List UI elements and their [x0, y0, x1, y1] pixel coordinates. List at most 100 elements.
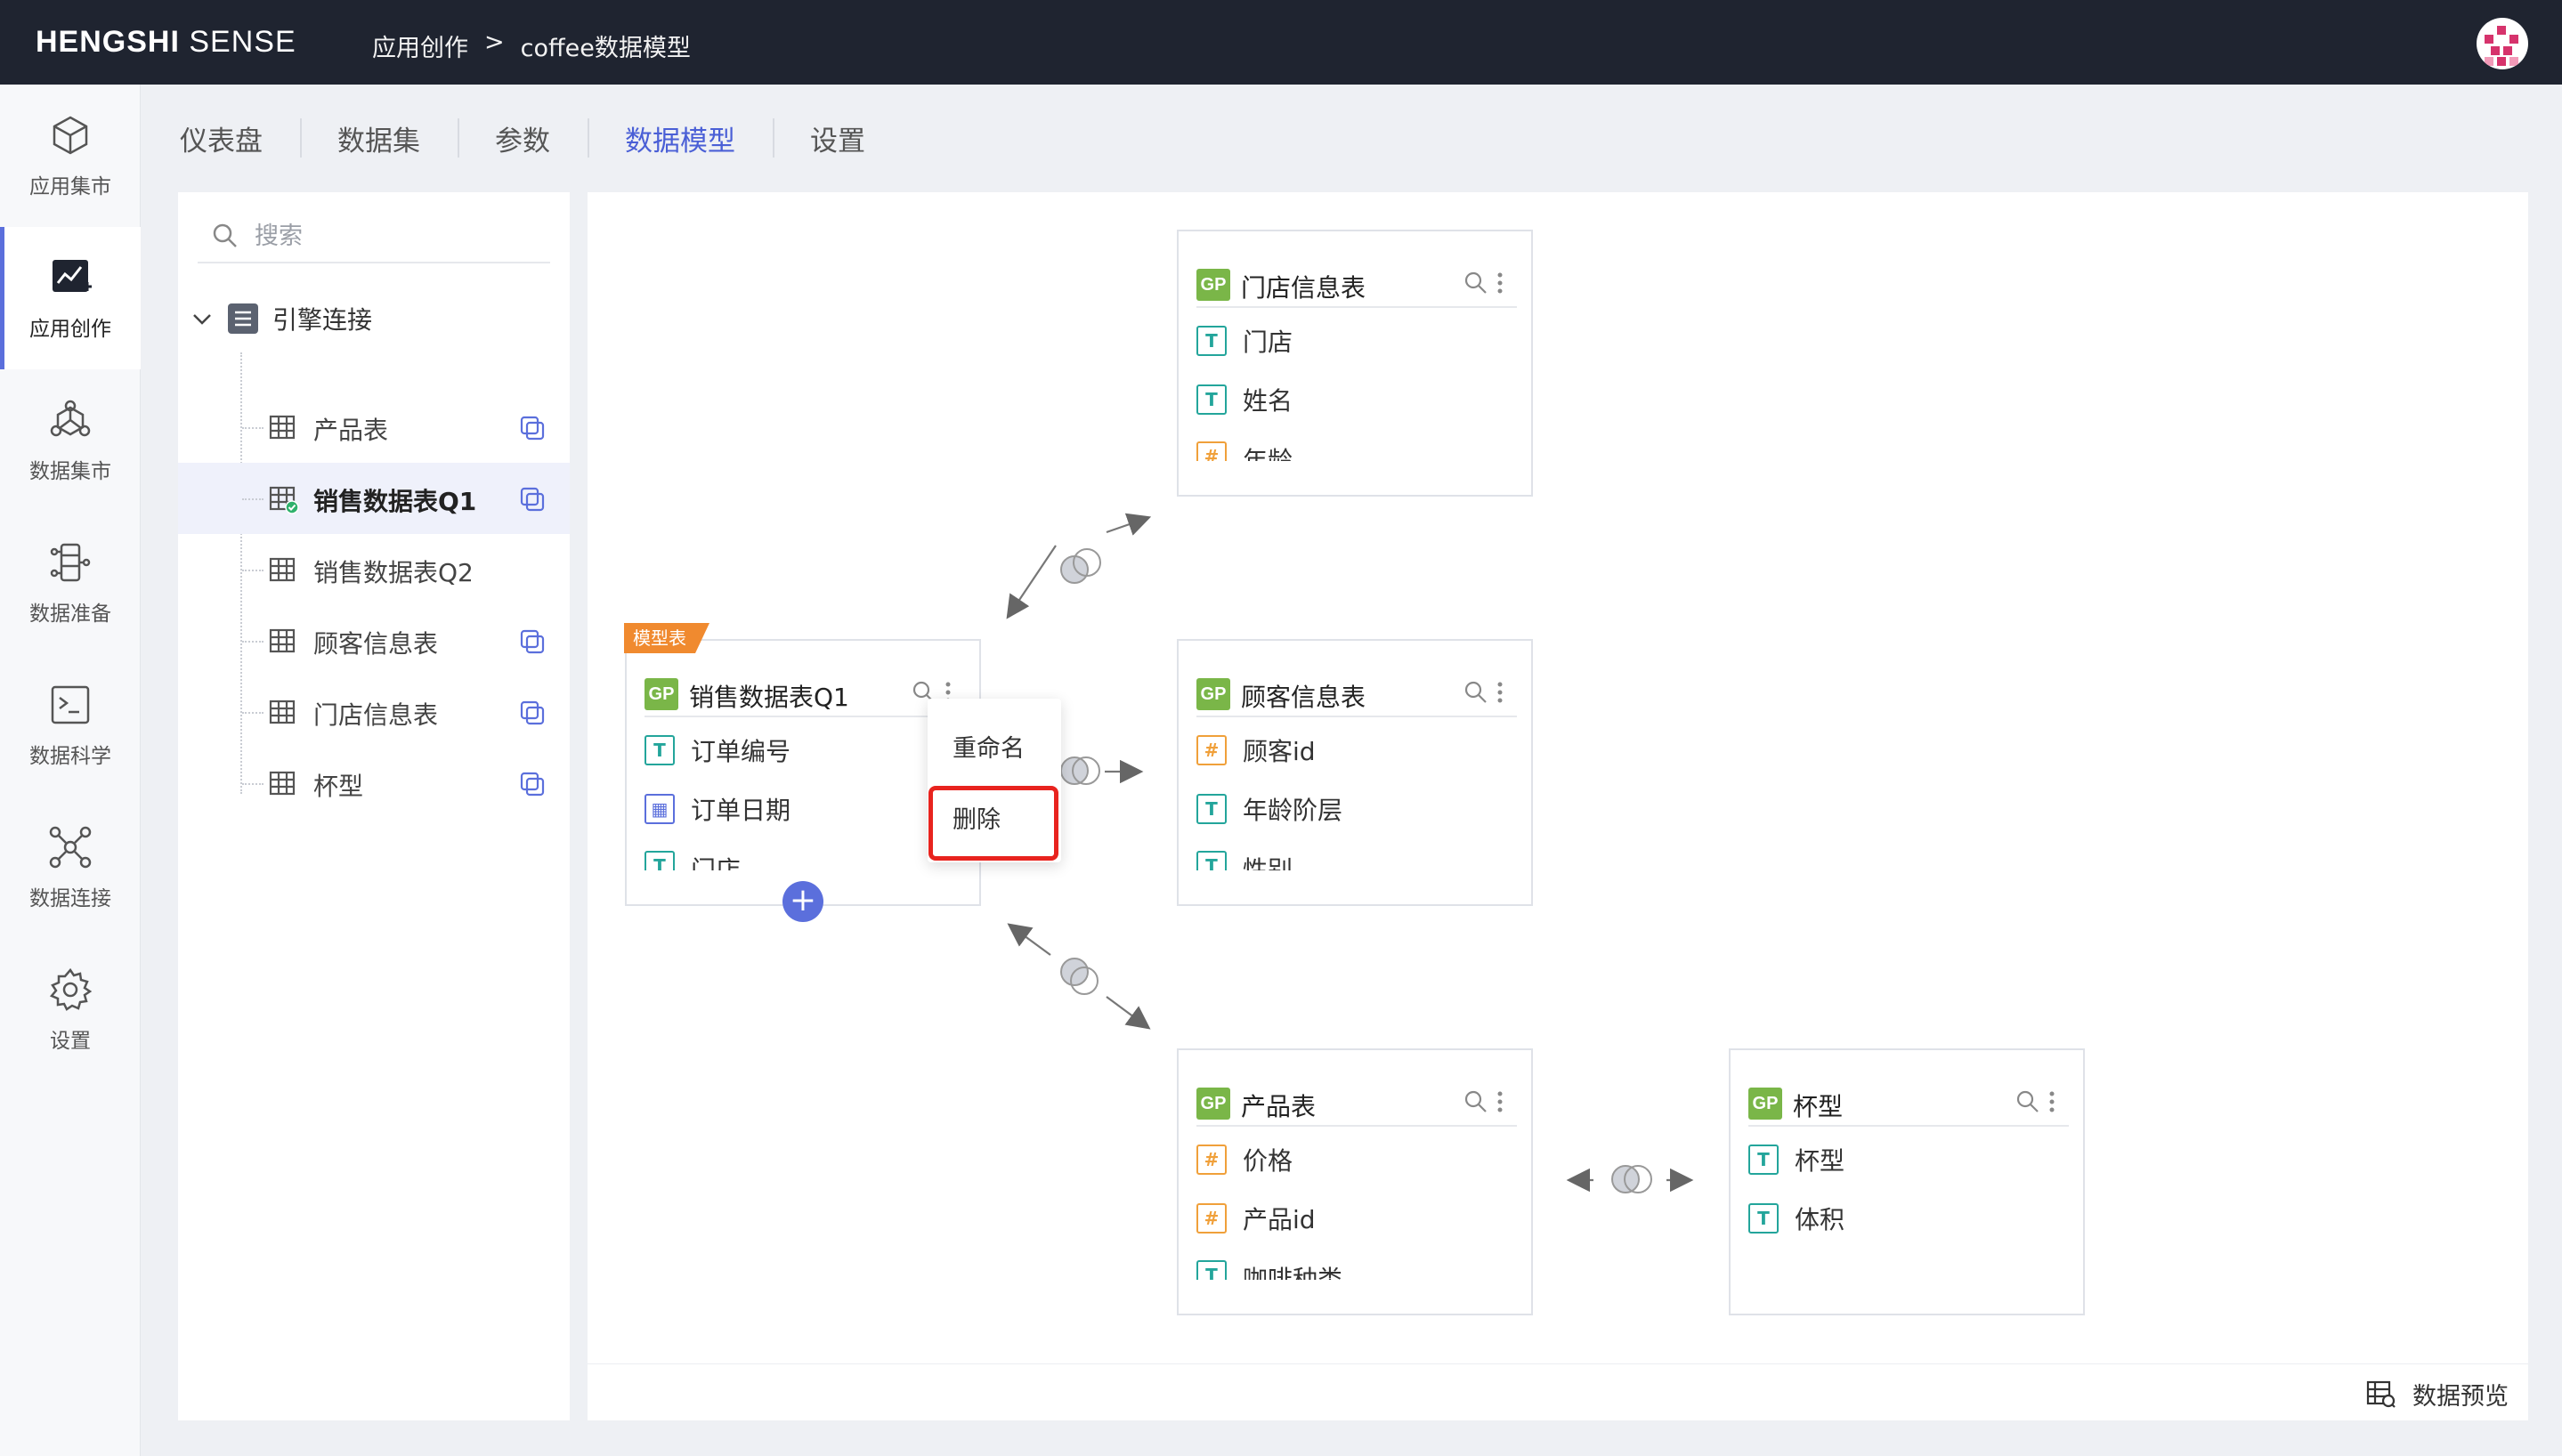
- card-header: GP 杯型: [1748, 1068, 2069, 1127]
- field-row[interactable]: T 门店: [645, 851, 741, 870]
- model-card-store[interactable]: GP 门店信息表 T 门店 T 姓名 # 年龄: [1177, 230, 1533, 497]
- field-name: 订单日期: [691, 796, 791, 825]
- tab-settings[interactable]: 设置: [773, 117, 903, 158]
- field-name: 性别: [1243, 855, 1293, 870]
- search-icon[interactable]: [2015, 1089, 2040, 1114]
- copy-icon[interactable]: [520, 629, 545, 654]
- search-input[interactable]: [255, 222, 539, 250]
- field-name: 产品id: [1243, 1205, 1316, 1234]
- tree-item-product[interactable]: 产品表: [178, 392, 570, 463]
- tree-item-customer[interactable]: 顾客信息表: [178, 605, 570, 676]
- field-row[interactable]: # 产品id: [1196, 1201, 1316, 1236]
- tree-item-label: 产品表: [313, 416, 389, 445]
- more-vertical-icon[interactable]: [1496, 1089, 1504, 1114]
- nav-item-data-science[interactable]: 数据科学: [0, 654, 141, 797]
- table-checked-icon: [269, 486, 299, 514]
- tree-item-store[interactable]: 门店信息表: [178, 676, 570, 748]
- search-icon[interactable]: [1463, 1089, 1488, 1114]
- gp-badge: GP: [645, 678, 678, 710]
- tree-item-label: 销售数据表Q2: [313, 558, 474, 587]
- tab-dashboard[interactable]: 仪表盘: [180, 118, 300, 158]
- nav-item-data-connect[interactable]: 数据连接: [0, 797, 141, 939]
- field-row[interactable]: ▦ 订单日期: [645, 791, 790, 827]
- card-title: 杯型: [1793, 1092, 1844, 1121]
- text-type-icon: T: [1196, 794, 1227, 824]
- top-bar: HENGSHI SENSE 应用创作 > coffee数据模型: [0, 0, 2562, 85]
- chart-create-icon: [53, 260, 92, 292]
- add-relation-button[interactable]: +: [782, 881, 823, 922]
- text-type-icon: T: [645, 735, 675, 765]
- gp-badge: GP: [1196, 1088, 1230, 1120]
- tree-root-engine[interactable]: 引擎连接: [191, 292, 372, 345]
- tree-item-sales-q1[interactable]: 销售数据表Q1: [178, 463, 570, 534]
- field-row[interactable]: # 顾客id: [1196, 732, 1316, 768]
- brand-logo[interactable]: HENGSHI SENSE: [36, 25, 296, 60]
- breadcrumb-app-create[interactable]: 应用创作: [372, 28, 468, 63]
- tab-dataset[interactable]: 数据集: [300, 117, 458, 158]
- nav-item-settings[interactable]: 设置: [0, 939, 141, 1081]
- more-vertical-icon[interactable]: [1496, 680, 1504, 705]
- more-vertical-icon[interactable]: [2047, 1089, 2056, 1114]
- tree-item-cup[interactable]: 杯型: [178, 748, 570, 819]
- chevron-down-icon[interactable]: [191, 307, 214, 330]
- field-row[interactable]: T 订单编号: [645, 732, 790, 768]
- nav-label: 设置: [50, 1030, 91, 1053]
- copy-icon[interactable]: [520, 416, 545, 441]
- field-row[interactable]: T 杯型: [1748, 1142, 1844, 1177]
- table-icon: [269, 771, 296, 796]
- field-row[interactable]: # 年龄: [1196, 441, 1293, 461]
- model-card-customer[interactable]: GP 顾客信息表 # 顾客id T 年龄阶层 T 性别: [1177, 639, 1533, 906]
- tree-guide-line: [242, 498, 263, 500]
- breadcrumb-current: coffee数据模型: [520, 35, 691, 62]
- number-type-icon: #: [1196, 735, 1227, 765]
- nav-item-data-mart[interactable]: 数据集市: [0, 369, 141, 512]
- menu-item-rename[interactable]: 重命名: [953, 729, 1025, 764]
- field-name: 杯型: [1795, 1146, 1845, 1176]
- field-row[interactable]: # 价格: [1196, 1142, 1293, 1177]
- gp-badge: GP: [1196, 678, 1230, 710]
- model-card-product[interactable]: GP 产品表 # 价格 # 产品id T 咖啡种类: [1177, 1048, 1533, 1315]
- search-icon[interactable]: [1463, 271, 1488, 295]
- copy-icon[interactable]: [520, 487, 545, 512]
- number-type-icon: #: [1196, 1203, 1227, 1234]
- text-type-icon: T: [1748, 1203, 1779, 1234]
- data-prep-icon: [50, 543, 91, 582]
- data-preview-label: 数据预览: [2412, 1383, 2509, 1411]
- more-vertical-icon[interactable]: [1496, 271, 1504, 295]
- copy-icon[interactable]: [520, 700, 545, 725]
- tree-item-sales-q2[interactable]: 销售数据表Q2: [178, 534, 570, 605]
- field-name: 咖啡种类: [1243, 1265, 1343, 1280]
- field-name: 门店: [691, 855, 742, 870]
- field-row[interactable]: T 咖啡种类: [1196, 1260, 1342, 1280]
- table-icon: [269, 628, 296, 653]
- copy-icon[interactable]: [520, 772, 545, 797]
- field-row[interactable]: T 性别: [1196, 851, 1293, 870]
- data-preview-button[interactable]: 数据预览: [2366, 1377, 2509, 1412]
- avatar[interactable]: [2477, 18, 2528, 69]
- text-type-icon: T: [1196, 384, 1227, 415]
- field-row[interactable]: T 门店: [1196, 323, 1293, 359]
- search-icon[interactable]: [1463, 680, 1488, 705]
- table-icon: [269, 700, 296, 724]
- tab-params[interactable]: 参数: [458, 117, 588, 158]
- text-type-icon: T: [1196, 326, 1227, 356]
- card-header: GP 销售数据表Q1: [645, 659, 965, 717]
- nav-label: 应用创作: [29, 318, 111, 341]
- nav-item-data-prep[interactable]: 数据准备: [0, 512, 141, 654]
- card-title: 产品表: [1241, 1092, 1317, 1121]
- text-type-icon: T: [1196, 851, 1227, 870]
- brand-light: SENSE: [189, 25, 296, 59]
- model-card-cup[interactable]: GP 杯型 T 杯型 T 体积: [1729, 1048, 2085, 1315]
- text-type-icon: T: [1196, 1260, 1227, 1280]
- card-header: GP 产品表: [1196, 1068, 1517, 1127]
- gp-badge: GP: [1748, 1088, 1782, 1120]
- tree-item-label: 顾客信息表: [313, 629, 439, 659]
- field-row[interactable]: T 姓名: [1196, 382, 1293, 417]
- table-icon: [269, 557, 296, 582]
- field-row[interactable]: T 体积: [1748, 1201, 1844, 1236]
- breadcrumb: 应用创作 > coffee数据模型: [372, 28, 691, 63]
- field-row[interactable]: T 年龄阶层: [1196, 791, 1342, 827]
- tab-data-model[interactable]: 数据模型: [588, 117, 773, 158]
- nav-item-app-market[interactable]: 应用集市: [0, 85, 141, 227]
- nav-item-app-create[interactable]: 应用创作: [0, 227, 141, 369]
